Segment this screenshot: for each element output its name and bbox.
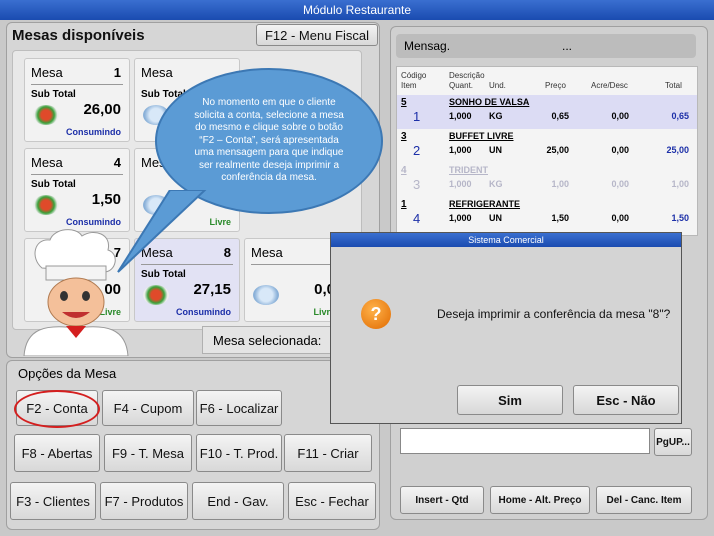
- items-table: Código Item Descrição Quant. Und. Preço …: [396, 66, 698, 236]
- row-item: 2: [413, 143, 421, 158]
- bubble-text: No momento em que o cliente solicita a c…: [194, 97, 344, 184]
- window-title: Módulo Restaurante: [0, 0, 714, 20]
- table-label: Mesa: [31, 155, 63, 170]
- f10-tprod-button[interactable]: F10 - T. Prod.: [196, 434, 282, 472]
- row-quantity: 1,000: [449, 213, 472, 223]
- row-total: 1,50: [671, 213, 689, 223]
- row-code: 1: [401, 199, 407, 210]
- row-discount: 0,00: [611, 213, 629, 223]
- table-card-1[interactable]: Mesa 1 Sub Total 26,00 Consumindo: [24, 58, 130, 142]
- table-row[interactable]: 1 REFRIGERANTE 4 1,000 UN 1,50 0,00 1,50: [397, 197, 697, 231]
- status-text: Livre: [209, 217, 231, 227]
- message-value: ...: [562, 39, 573, 53]
- row-description: SONHO DE VALSA: [449, 97, 530, 107]
- header-item: Item: [401, 81, 417, 90]
- sim-button[interactable]: Sim: [457, 385, 563, 415]
- row-total: 1,00: [671, 179, 689, 189]
- subtotal-value: 26,00: [83, 101, 121, 118]
- row-code: 5: [401, 97, 407, 108]
- subtotal-label: Sub Total: [31, 179, 76, 190]
- row-price: 25,00: [546, 145, 569, 155]
- table-number: 8: [223, 245, 231, 260]
- table-row[interactable]: 3 BUFFET LIVRE 2 1,000 UN 25,00 0,00 25,…: [397, 129, 697, 163]
- row-item: 1: [413, 109, 421, 124]
- header-und: Und.: [489, 81, 506, 90]
- row-unit: UN: [489, 145, 502, 155]
- insert-qtd-button[interactable]: Insert - Qtd: [400, 486, 484, 514]
- food-plate-icon: [33, 195, 59, 215]
- header-quant: Quant.: [449, 81, 474, 90]
- row-description: REFRIGERANTE: [449, 199, 521, 209]
- row-price: 1,00: [551, 179, 569, 189]
- message-bar: Mensag. ...: [396, 34, 696, 58]
- message-label: Mensag.: [404, 39, 451, 53]
- header-descricao: Descrição: [449, 71, 485, 80]
- table-card-9[interactable]: Mesa 0,0 Livre: [244, 238, 344, 322]
- pgup-button[interactable]: PgUP...: [654, 428, 692, 456]
- row-quantity: 1,000: [449, 145, 472, 155]
- row-price: 1,50: [551, 213, 569, 223]
- subtotal-value: 27,15: [193, 281, 231, 298]
- header-total: Total: [665, 81, 682, 90]
- divider: [31, 174, 123, 175]
- options-title: Opções da Mesa: [18, 366, 117, 381]
- row-item: 3: [413, 177, 421, 192]
- empty-plate-icon: [253, 285, 279, 305]
- row-code: 4: [401, 165, 407, 176]
- tables-title: Mesas disponíveis: [12, 27, 145, 44]
- row-discount: 0,00: [611, 145, 629, 155]
- end-gaveta-button[interactable]: End - Gav.: [192, 482, 284, 520]
- table-number: 4: [113, 155, 121, 170]
- row-description: TRIDENT: [449, 165, 488, 175]
- food-plate-icon: [33, 105, 59, 125]
- table-label: Mesa: [31, 65, 63, 80]
- product-input[interactable]: [400, 428, 650, 454]
- f9-tmesa-button[interactable]: F9 - T. Mesa: [104, 434, 192, 472]
- status-text: Consumindo: [176, 307, 231, 317]
- dialog-title: Sistema Comercial: [331, 233, 681, 247]
- header-acre-desc: Acre/Desc: [591, 81, 628, 90]
- row-price: 0,65: [551, 111, 569, 121]
- home-alt-preco-button[interactable]: Home - Alt. Preço: [490, 486, 590, 514]
- table-number: 1: [113, 65, 121, 80]
- f6-localizar-button[interactable]: F6 - Localizar: [196, 390, 282, 426]
- row-total: 0,65: [671, 111, 689, 121]
- confirm-dialog: Sistema Comercial ? Deseja imprimir a co…: [330, 232, 682, 424]
- esc-fechar-button[interactable]: Esc - Fechar: [288, 482, 376, 520]
- f8-abertas-button[interactable]: F8 - Abertas: [14, 434, 100, 472]
- table-label: Mesa: [141, 65, 173, 80]
- table-label: Mesa: [251, 245, 283, 260]
- divider: [251, 264, 337, 265]
- f11-criar-button[interactable]: F11 - Criar: [284, 434, 372, 472]
- row-code: 3: [401, 131, 407, 142]
- esc-nao-button[interactable]: Esc - Não: [573, 385, 679, 415]
- row-item: 4: [413, 211, 421, 226]
- food-plate-icon: [143, 285, 169, 305]
- row-unit: KG: [489, 179, 503, 189]
- dialog-message: Deseja imprimir a conferência da mesa "8…: [437, 307, 671, 321]
- highlight-circle: [14, 390, 100, 428]
- header-preco: Preço: [545, 81, 566, 90]
- row-unit: UN: [489, 213, 502, 223]
- f3-clientes-button[interactable]: F3 - Clientes: [10, 482, 96, 520]
- row-total: 25,00: [666, 145, 689, 155]
- row-unit: KG: [489, 111, 503, 121]
- row-discount: 0,00: [611, 111, 629, 121]
- row-quantity: 1,000: [449, 179, 472, 189]
- row-discount: 0,00: [611, 179, 629, 189]
- table-row[interactable]: 4 TRIDENT 3 1,000 KG 1,00 0,00 1,00: [397, 163, 697, 197]
- f4-cupom-button[interactable]: F4 - Cupom: [102, 390, 194, 426]
- f7-produtos-button[interactable]: F7 - Produtos: [100, 482, 188, 520]
- row-description: BUFFET LIVRE: [449, 131, 514, 141]
- menu-fiscal-button[interactable]: F12 - Menu Fiscal: [256, 24, 378, 46]
- question-icon: ?: [361, 299, 391, 329]
- chef-mascot-icon: [23, 229, 129, 356]
- row-quantity: 1,000: [449, 111, 472, 121]
- divider: [31, 84, 123, 85]
- subtotal-label: Sub Total: [31, 89, 76, 100]
- status-text: Consumindo: [66, 127, 121, 137]
- header-codigo: Código: [401, 71, 427, 80]
- table-row[interactable]: 5 SONHO DE VALSA 1 1,000 KG 0,65 0,00 0,…: [397, 95, 697, 129]
- del-canc-item-button[interactable]: Del - Canc. Item: [596, 486, 692, 514]
